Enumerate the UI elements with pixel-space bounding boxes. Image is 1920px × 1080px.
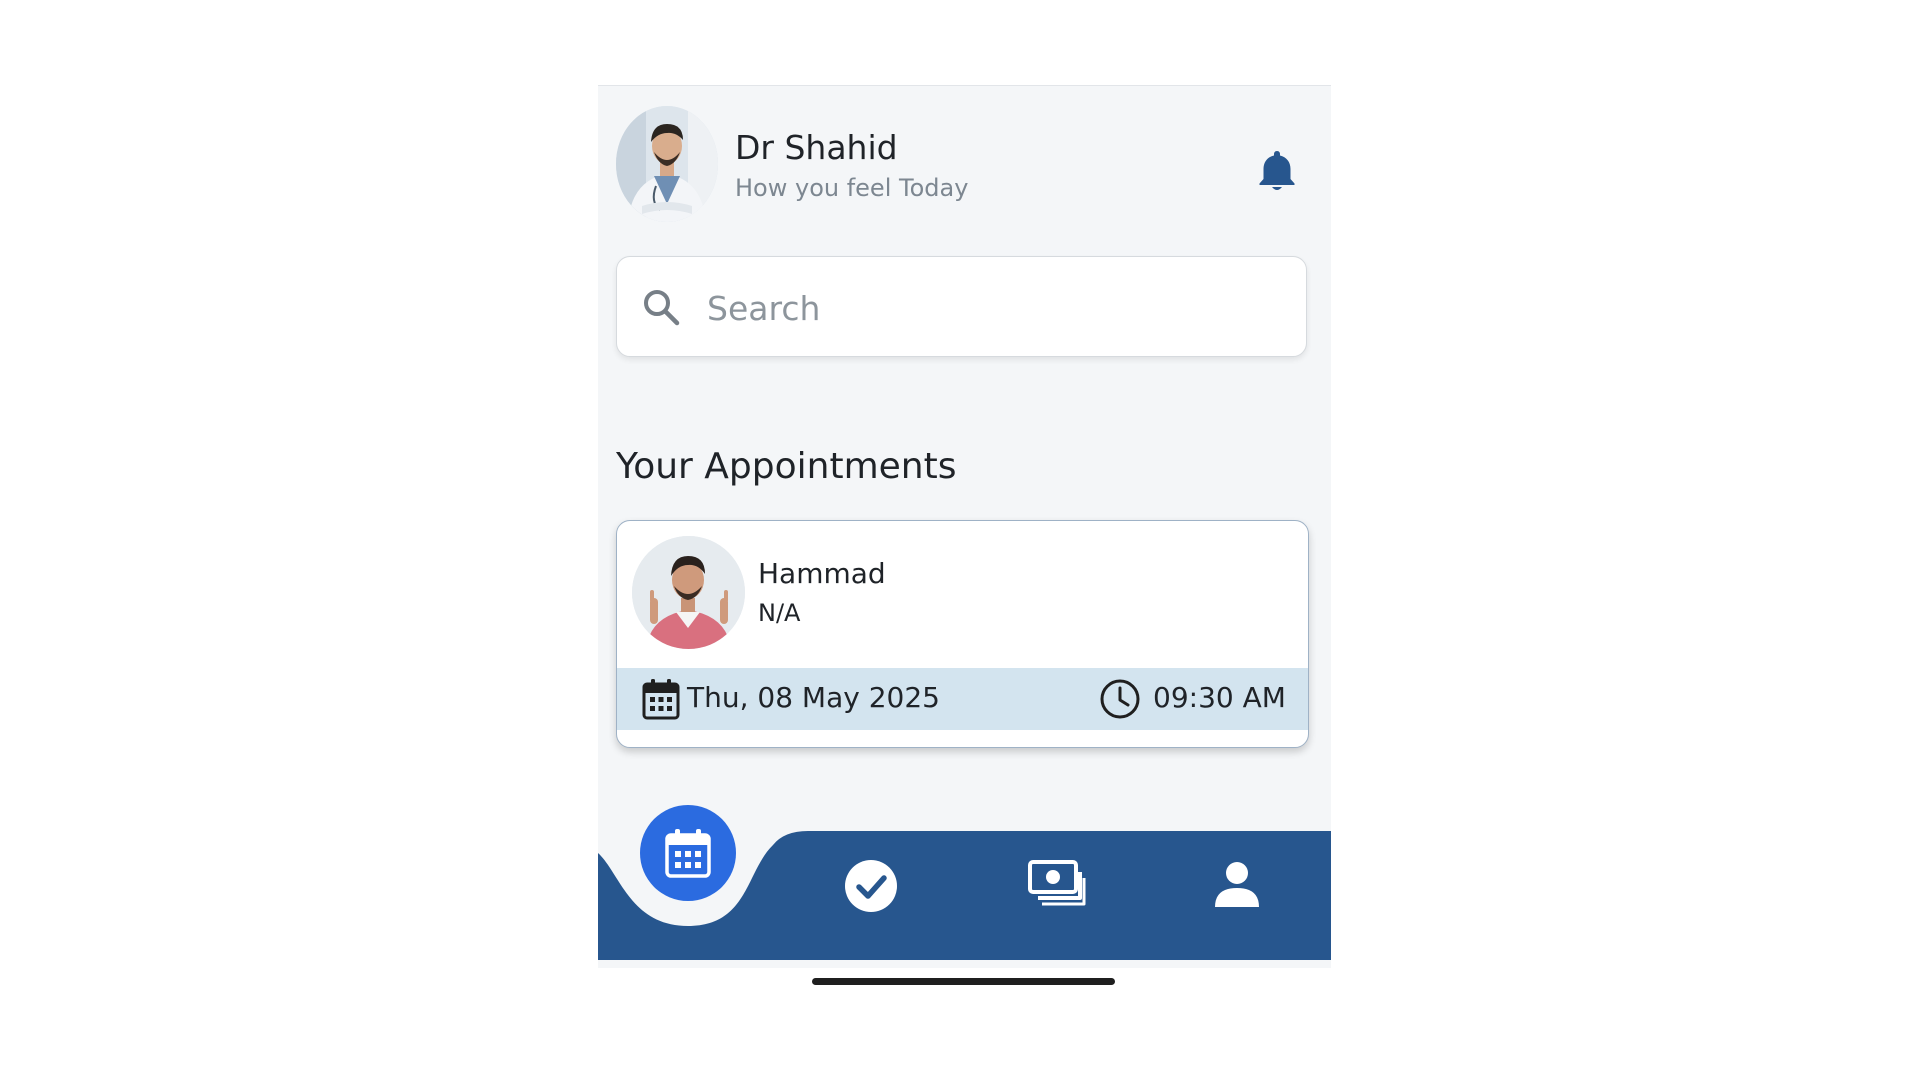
calendar-icon <box>665 829 711 878</box>
user-icon <box>1215 862 1259 907</box>
search-icon <box>644 290 680 326</box>
appointment-time: 09:30 AM <box>1153 681 1286 714</box>
app-screen: Dr Shahid How you feel Today Your Appoin… <box>598 85 1331 968</box>
clock-icon <box>1100 679 1140 719</box>
nav-payments-button[interactable] <box>1020 851 1090 921</box>
calendar-icon <box>642 679 680 720</box>
search-input[interactable] <box>705 277 1289 339</box>
appointments-section-title: Your Appointments <box>616 446 957 487</box>
nav-completed-button[interactable] <box>836 851 906 921</box>
nav-appointments-button[interactable] <box>640 805 736 901</box>
cash-icon <box>1028 860 1086 906</box>
nav-profile-button[interactable] <box>1204 851 1274 921</box>
check-circle-icon <box>845 860 897 912</box>
doctor-name: Dr Shahid <box>735 128 898 167</box>
notification-bell-icon[interactable] <box>1257 148 1297 192</box>
patient-detail: N/A <box>758 599 801 627</box>
header: Dr Shahid How you feel Today <box>616 106 1316 226</box>
patient-name: Hammad <box>758 557 886 590</box>
home-indicator[interactable] <box>812 978 1115 985</box>
bottom-navigation <box>598 805 1331 960</box>
search-bar <box>616 256 1307 357</box>
appointment-date: Thu, 08 May 2025 <box>687 681 940 714</box>
appointment-card[interactable]: Hammad N/A Thu, 08 May 2025 09:30 AM <box>616 520 1309 748</box>
doctor-avatar[interactable] <box>616 106 718 222</box>
appointment-datetime-bar: Thu, 08 May 2025 09:30 AM <box>617 668 1308 730</box>
greeting-subtitle: How you feel Today <box>735 174 969 202</box>
patient-avatar <box>632 536 745 649</box>
